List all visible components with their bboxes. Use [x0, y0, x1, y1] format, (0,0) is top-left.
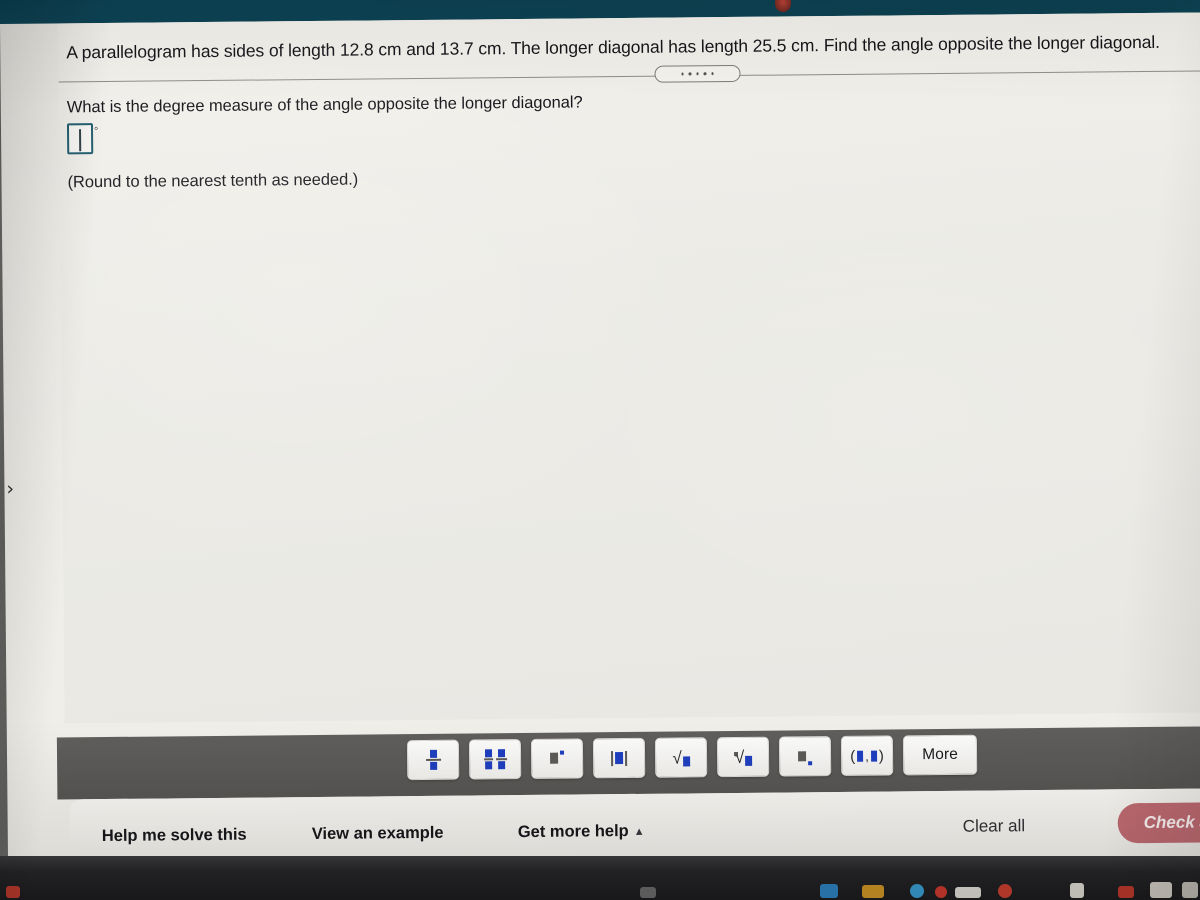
nth-root-icon: √ — [733, 747, 753, 766]
answer-row: ◦ — [66, 121, 99, 157]
ordered-pair-icon: (,) — [850, 747, 884, 765]
dock-icon — [1118, 886, 1134, 898]
get-more-help-label: Get more help — [517, 822, 629, 842]
handle-dot — [681, 72, 684, 76]
square-root-icon: √ — [672, 748, 690, 767]
subscript-icon — [798, 748, 813, 765]
clear-all-button[interactable]: Clear all — [963, 816, 1026, 837]
wall-object-icon — [775, 0, 791, 12]
dock-icon — [1070, 883, 1084, 898]
desk-surface — [0, 856, 1200, 900]
mixed-number-button[interactable] — [468, 739, 522, 780]
dock-icon — [1150, 882, 1172, 898]
absolute-value-button[interactable] — [592, 737, 646, 779]
exponent-button[interactable] — [530, 738, 584, 779]
dock-icon — [820, 884, 838, 898]
handle-dot — [711, 72, 715, 75]
dock-icon — [640, 887, 656, 898]
view-an-example-button[interactable]: View an example — [312, 824, 444, 844]
answer-input[interactable] — [66, 123, 94, 155]
caret-up-icon: ▲ — [633, 825, 645, 838]
handle-dot — [688, 72, 692, 76]
fraction-icon — [425, 750, 441, 770]
math-palette: √ √ (,) More — [406, 734, 978, 781]
dock-icon-strip — [0, 870, 1200, 900]
square-root-button[interactable]: √ — [654, 737, 708, 778]
dock-icon — [910, 884, 924, 898]
exponent-icon — [550, 750, 565, 767]
get-more-help-button[interactable]: Get more help ▲ — [518, 822, 645, 842]
divider-drag-handle[interactable] — [654, 64, 741, 83]
text-caret — [79, 129, 81, 152]
dock-icon — [998, 884, 1012, 898]
degree-symbol: ◦ — [93, 121, 99, 136]
question-prompt: What is the degree measure of the angle … — [66, 93, 583, 117]
check-answer-button[interactable]: Check answer — [1117, 801, 1200, 844]
rounding-instruction: (Round to the nearest tenth as needed.) — [67, 170, 359, 192]
dock-icon — [862, 885, 884, 898]
dock-icon — [935, 886, 947, 898]
ordered-pair-button[interactable]: (,) — [840, 735, 894, 776]
dock-icon — [955, 887, 981, 898]
exercise-panel: A parallelogram has sides of length 12.8… — [57, 12, 1200, 724]
help-me-solve-this-button[interactable]: Help me solve this — [102, 826, 247, 846]
subscript-button[interactable] — [778, 736, 832, 777]
nth-root-button[interactable]: √ — [716, 736, 770, 778]
dock-icon — [6, 886, 20, 898]
photograph-of-screen: A parallelogram has sides of length 12.8… — [0, 0, 1200, 900]
math-palette-band: √ √ (,) More — [56, 726, 1200, 800]
absolute-value-icon — [611, 750, 627, 766]
screen-surface: A parallelogram has sides of length 12.8… — [0, 12, 1200, 878]
more-symbols-button[interactable]: More — [902, 734, 978, 776]
problem-statement: A parallelogram has sides of length 12.8… — [66, 31, 1160, 63]
handle-dot — [696, 72, 699, 76]
fraction-button[interactable] — [406, 739, 460, 781]
section-divider — [58, 70, 1200, 83]
mixed-number-icon — [483, 749, 507, 770]
dock-icon — [1182, 882, 1198, 898]
handle-dot — [703, 72, 707, 76]
next-question-chevron-icon[interactable]: › — [6, 478, 14, 500]
